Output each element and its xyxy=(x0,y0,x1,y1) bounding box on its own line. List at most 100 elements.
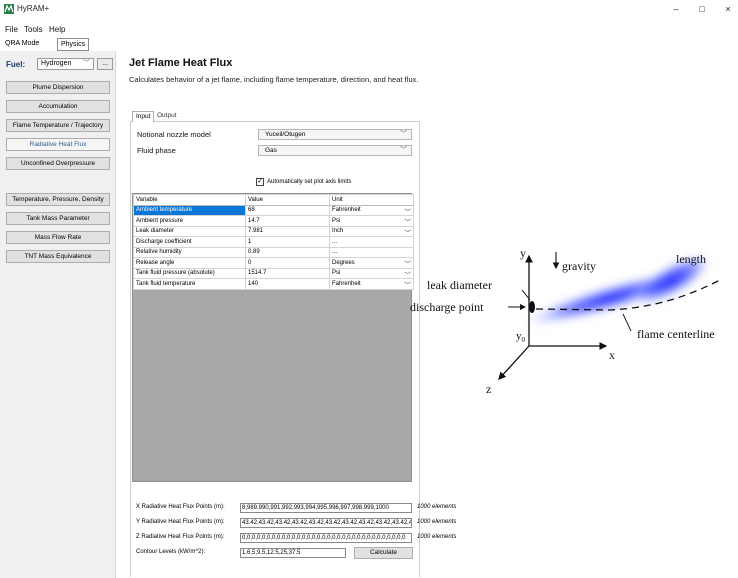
centerline-leader xyxy=(622,313,632,332)
x-points-label: X Radiative Heat Flux Points (m): xyxy=(136,504,225,510)
chevron-down-icon: ﹀ xyxy=(404,219,412,226)
nozzle-model-value: Yuceil/Otugen xyxy=(265,131,306,138)
minimize-button[interactable]: – xyxy=(664,2,688,16)
leak-diameter-label: leak diameter xyxy=(427,278,492,292)
value-cell[interactable]: 1 xyxy=(245,236,330,248)
variable-cell[interactable]: Tank fluid temperature xyxy=(133,278,246,290)
unit-value: Degrees xyxy=(332,259,355,266)
gravity-label: gravity xyxy=(562,259,596,273)
column-header-variable[interactable]: Variable xyxy=(133,194,246,206)
nozzle-model-select[interactable]: Yuceil/Otugen ﹀ xyxy=(258,129,412,140)
nav-mass-flow-rate[interactable]: Mass Flow Rate xyxy=(6,231,110,244)
auto-limits-checkbox[interactable]: ✓ xyxy=(256,178,264,186)
length-label: length xyxy=(676,252,706,266)
tab-physics[interactable]: Physics xyxy=(57,38,90,51)
chevron-down-icon: ﹀ xyxy=(404,229,412,237)
fluid-phase-select[interactable]: Gas ﹀ xyxy=(258,145,412,156)
unit-cell[interactable]: Inch ﹀ xyxy=(329,225,414,237)
value-cell[interactable]: 14.7 xyxy=(245,215,330,227)
z-points-input[interactable]: 0,0,0,0,0,0,0,0,0,0,0,0,0,0,0,0,0,0,0,0,… xyxy=(240,533,412,543)
table-row: Release angle 0 Degrees ﹀ xyxy=(133,257,414,269)
variable-cell[interactable]: Release angle xyxy=(133,257,246,269)
variable-cell[interactable]: Ambient temperature xyxy=(133,204,246,216)
nav-temperature-pressure-density[interactable]: Temperature, Pressure, Density xyxy=(6,193,110,206)
value-cell[interactable]: 140 xyxy=(245,278,330,290)
nav-flame-temperature[interactable]: Flame Temperature / Trajectory xyxy=(6,119,110,132)
x-points-input[interactable]: 8,989,990,991,992,993,994,995,996,997,99… xyxy=(240,503,412,513)
y0-label: y0 xyxy=(516,330,526,344)
tab-output[interactable]: Output xyxy=(154,111,180,122)
chevron-down-icon: ﹀ xyxy=(404,208,412,216)
unit-cell[interactable]: Fahrenheit ﹀ xyxy=(329,204,414,216)
menu-file[interactable]: File xyxy=(5,25,18,34)
grid-header-row: Variable Value Unit xyxy=(133,194,414,206)
y-points-label: Y Radiative Heat Flux Points (m): xyxy=(136,519,225,525)
z-axis-label: z xyxy=(486,382,491,396)
table-row: Relative humidity 0.89 ... xyxy=(133,246,414,258)
value-cell[interactable]: 68 xyxy=(245,204,330,216)
calculate-button[interactable]: Calculate xyxy=(354,547,413,559)
contour-levels-input[interactable]: 1.6,5,9.5,12.5,25,37.5 xyxy=(240,548,346,558)
nav-unconfined-overpressure[interactable]: Unconfined Overpressure xyxy=(6,157,110,170)
unit-value: Psi xyxy=(332,217,341,224)
z-points-label: Z Radiative Heat Flux Points (m): xyxy=(136,534,225,540)
nav-accumulation[interactable]: Accumulation xyxy=(6,100,110,113)
chevron-down-icon: ﹀ xyxy=(400,147,407,154)
table-row: Tank fluid temperature 140 Fahrenheit ﹀ xyxy=(133,278,414,290)
table-row: Tank fluid pressure (absolute) 1514.7 Ps… xyxy=(133,267,414,279)
variable-cell[interactable]: Tank fluid pressure (absolute) xyxy=(133,267,246,279)
unit-value: Fahrenheit xyxy=(332,280,361,287)
value-cell[interactable]: 7.981 xyxy=(245,225,330,237)
unit-cell[interactable]: ... xyxy=(329,246,414,258)
unit-cell[interactable]: Psi ﹀ xyxy=(329,267,414,279)
column-header-unit[interactable]: Unit xyxy=(329,194,414,206)
nav-radiative-heat-flux[interactable]: Radiative Heat Flux xyxy=(6,138,110,151)
variable-cell[interactable]: Leak diameter xyxy=(133,225,246,237)
fuel-select-value: Hydrogen xyxy=(41,60,72,67)
y-points-count: 1000 elements xyxy=(417,519,457,525)
fuel-more-button[interactable]: ... xyxy=(97,58,113,70)
y-points-input[interactable]: 43.42,43.42,43.42,43.42,43.42,43.42,43.4… xyxy=(240,518,412,528)
value-cell[interactable]: 0 xyxy=(245,257,330,269)
tab-input[interactable]: Input xyxy=(132,111,155,122)
z-axis xyxy=(498,345,530,380)
page-description: Calculates behavior of a jet flame, incl… xyxy=(129,75,419,84)
nav-tnt-mass-equivalence[interactable]: TNT Mass Equivalence xyxy=(6,250,110,263)
window-title: HyRAM+ xyxy=(17,4,50,13)
tab-qra-mode[interactable]: QRA Mode xyxy=(2,38,42,51)
menu-help[interactable]: Help xyxy=(49,25,65,34)
flame-centerline-label: flame centerline xyxy=(637,327,715,341)
value-cell[interactable]: 0.89 xyxy=(245,246,330,258)
nozzle-model-label: Notional nozzle model xyxy=(137,130,211,139)
table-row: Ambient temperature 68 Fahrenheit ﹀ xyxy=(133,204,414,216)
variable-cell[interactable]: Ambient pressure xyxy=(133,215,246,227)
contour-levels-label: Contour Levels (kW/m^2): xyxy=(136,549,206,555)
page-title: Jet Flame Heat Flux xyxy=(129,57,233,69)
jet-flame-diagram: y x z gravity length leak diameter disch… xyxy=(410,246,721,396)
variable-cell[interactable]: Relative humidity xyxy=(133,246,246,258)
unit-value: Fahrenheit xyxy=(332,207,361,214)
close-button[interactable]: × xyxy=(716,2,738,16)
nav-tank-mass-parameter[interactable]: Tank Mass Parameter xyxy=(6,212,110,225)
nav-plume-dispersion[interactable]: Plume Dispersion xyxy=(6,81,110,94)
unit-cell[interactable]: Fahrenheit ﹀ xyxy=(329,278,414,290)
discharge-point-marker xyxy=(529,301,535,313)
auto-limits-label: Automatically set plot axis limits xyxy=(267,179,352,185)
unit-cell[interactable]: ... xyxy=(329,236,414,248)
value-cell[interactable]: 1514.7 xyxy=(245,267,330,279)
variable-cell[interactable]: Discharge coefficient xyxy=(133,236,246,248)
fuel-select[interactable]: Hydrogen ﹀ xyxy=(37,58,94,70)
title-bar xyxy=(0,0,738,18)
maximize-button[interactable]: □ xyxy=(690,2,714,16)
discharge-point-label: discharge point xyxy=(410,300,484,314)
chevron-down-icon: ﹀ xyxy=(400,131,407,138)
column-header-value[interactable]: Value xyxy=(245,194,330,206)
unit-value: Psi xyxy=(332,270,341,277)
z-points-count: 1000 elements xyxy=(417,534,457,540)
unit-cell[interactable]: Degrees ﹀ xyxy=(329,257,414,269)
menu-tools[interactable]: Tools xyxy=(24,25,43,34)
hyram-logo-icon xyxy=(4,4,14,14)
parameters-grid: Variable Value Unit Ambient temperature … xyxy=(132,193,414,482)
chevron-down-icon: ﹀ xyxy=(83,60,90,67)
unit-cell[interactable]: Psi ﹀ xyxy=(329,215,414,227)
